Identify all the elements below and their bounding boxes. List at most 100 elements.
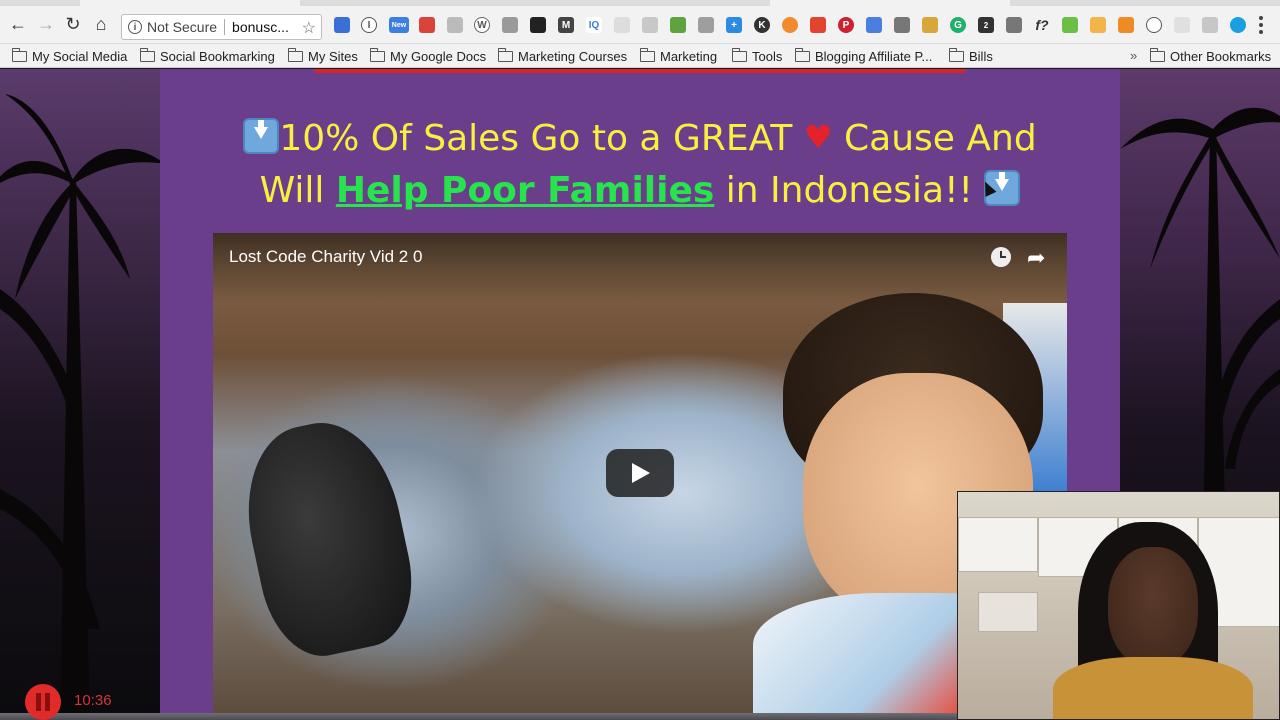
extension-icon[interactable] <box>1006 17 1022 33</box>
extension-icon[interactable] <box>1090 17 1106 33</box>
bookmark-folder-my-sites[interactable]: My Sites <box>287 47 358 65</box>
browser-toolbar: ← → ↻ ⌂ i Not Secure bonusc... ☆ I New W… <box>0 0 1280 44</box>
bookmark-label: Marketing <box>660 48 718 64</box>
bookmark-label: Bills <box>969 48 993 64</box>
extension-icon[interactable] <box>447 17 463 33</box>
folder-icon <box>11 47 27 62</box>
heart-icon: ♥ <box>803 118 833 156</box>
bookmark-folder-blogging-affiliate[interactable]: Blogging Affiliate P... <box>794 47 932 65</box>
mail-icon[interactable]: M <box>558 17 574 33</box>
forward-button[interactable]: → <box>36 14 56 34</box>
video-player[interactable]: Lost Code Charity Vid 2 0 ➦ <box>213 233 1067 720</box>
bookmark-folder-social-media[interactable]: My Social Media <box>11 47 127 65</box>
formula-icon[interactable]: f? <box>1034 17 1050 33</box>
bookmarks-overflow-button[interactable]: » <box>1130 48 1137 63</box>
browser-tab[interactable] <box>80 0 300 6</box>
folder-icon <box>794 47 810 62</box>
divider <box>224 19 226 35</box>
extension-icon[interactable] <box>698 17 714 33</box>
move-icon[interactable] <box>1202 17 1218 33</box>
back-arrow-icon: ← <box>9 14 27 34</box>
webcam-person-shirt <box>1053 657 1253 719</box>
extension-icon[interactable] <box>922 17 938 33</box>
extension-icon[interactable] <box>642 17 658 33</box>
extension-icon[interactable] <box>810 17 826 33</box>
extension-icon[interactable] <box>614 17 630 33</box>
plus-icon[interactable]: + <box>726 17 742 33</box>
bookmark-folder-marketing[interactable]: Marketing <box>639 47 718 65</box>
video-thumbnail-cap <box>230 409 426 667</box>
formula-label: f? <box>1035 17 1049 33</box>
reload-icon: ↻ <box>65 14 81 34</box>
bookmark-label: My Sites <box>308 48 358 64</box>
recording-pause-icon[interactable] <box>25 684 61 720</box>
headline-line-2: Will Help Poor Families in Indonesia!! <box>160 165 1120 217</box>
webcam-overlay <box>957 491 1280 720</box>
headline-text: in Indonesia!! <box>725 170 973 211</box>
extension-icon[interactable] <box>530 17 546 33</box>
play-button[interactable] <box>606 449 674 497</box>
code-icon[interactable] <box>502 17 518 33</box>
bookmarks-bar: My Social Media Social Bookmarking My Si… <box>0 44 1280 68</box>
browser-menu-button[interactable] <box>1258 16 1264 34</box>
back-button[interactable]: ← <box>8 14 28 34</box>
bookmark-folder-tools[interactable]: Tools <box>731 47 782 65</box>
video-title[interactable]: Lost Code Charity Vid 2 0 <box>229 247 422 267</box>
extension-icon[interactable] <box>419 17 435 33</box>
bookmark-label: Other Bookmarks <box>1170 48 1272 64</box>
new-badge-extension-icon[interactable]: New <box>389 17 409 33</box>
wordpress-icon[interactable]: W <box>474 17 490 33</box>
recording-time: 10:36 <box>74 692 112 709</box>
folder-icon <box>139 47 155 62</box>
badge-extension-icon[interactable]: 2 <box>978 17 994 33</box>
bookmark-label: Social Bookmarking <box>160 48 275 64</box>
extension-icon[interactable] <box>1062 17 1078 33</box>
forward-arrow-icon: → <box>37 14 55 34</box>
bookmark-label: Marketing Courses <box>518 48 628 64</box>
folder-icon <box>948 47 964 62</box>
extension-icon[interactable] <box>782 17 798 33</box>
url-text[interactable]: bonusc... <box>232 19 289 35</box>
watch-later-icon[interactable] <box>991 247 1011 267</box>
home-button[interactable]: ⌂ <box>91 14 111 34</box>
palm-background-left <box>0 69 160 720</box>
bookmark-folder-other[interactable]: Other Bookmarks <box>1149 47 1272 65</box>
bookmark-star-icon[interactable]: ☆ <box>302 18 316 38</box>
extension-icon[interactable] <box>1230 17 1246 33</box>
help-poor-families-link[interactable]: Help Poor Families <box>336 170 714 211</box>
address-bar[interactable]: i Not Secure bonusc... ☆ <box>121 14 322 40</box>
bookmark-folder-marketing-courses[interactable]: Marketing Courses <box>497 47 628 65</box>
extension-icon[interactable] <box>1118 17 1134 33</box>
extension-icon[interactable]: I <box>361 17 377 33</box>
headline-text: 10% Of Sales Go to a GREAT <box>279 118 793 159</box>
bookmark-folder-bills[interactable]: Bills <box>948 47 993 65</box>
headline-text: Will <box>259 170 325 211</box>
folder-icon <box>369 47 385 62</box>
down-arrow-icon <box>243 118 280 154</box>
grammarly-icon[interactable]: G <box>950 17 966 33</box>
extension-icon[interactable]: IQ <box>586 17 602 33</box>
cabinet <box>958 517 1038 572</box>
extension-icon[interactable] <box>1174 17 1190 33</box>
download-icon[interactable] <box>670 17 686 33</box>
extension-icon[interactable] <box>334 17 350 33</box>
headline-text: Cause And <box>844 118 1037 159</box>
headline-line-1: 10% Of Sales Go to a GREAT ♥ Cause And <box>160 111 1120 165</box>
translate-icon[interactable] <box>866 17 882 33</box>
bookmark-label: My Google Docs <box>390 48 487 64</box>
extension-icon[interactable] <box>1146 17 1162 33</box>
new-badge-label: New <box>391 21 407 29</box>
bookmark-folder-google-docs[interactable]: My Google Docs <box>369 47 487 65</box>
pinterest-icon[interactable]: P <box>838 17 854 33</box>
evernote-icon[interactable] <box>894 17 910 33</box>
bookmark-folder-social-bookmarking[interactable]: Social Bookmarking <box>139 47 275 65</box>
palm-tree-image <box>0 94 160 720</box>
folder-icon <box>731 47 747 62</box>
video-title-bar <box>213 233 1067 303</box>
extension-icon[interactable]: K <box>754 17 770 33</box>
reload-button[interactable]: ↻ <box>63 14 83 34</box>
folder-icon <box>497 47 513 62</box>
browser-tab-active[interactable] <box>770 0 1010 6</box>
info-icon[interactable]: i <box>128 20 142 34</box>
share-icon[interactable]: ➦ <box>1027 245 1045 271</box>
